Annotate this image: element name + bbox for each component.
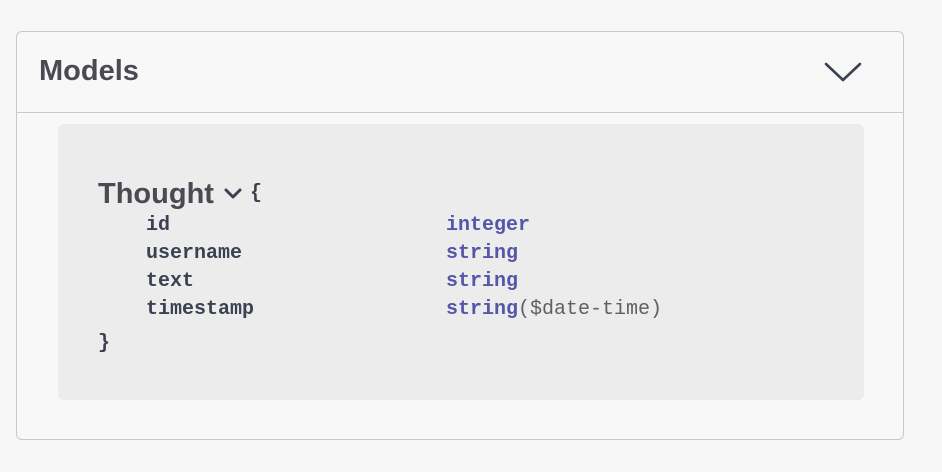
type-name: string xyxy=(446,270,519,293)
model-title-row[interactable]: Thought { xyxy=(98,176,262,212)
type-name: string xyxy=(446,242,519,265)
property-name: username xyxy=(146,242,243,265)
models-title: Models xyxy=(39,55,139,87)
property-row: text string xyxy=(146,268,826,296)
open-brace: { xyxy=(249,182,262,205)
models-header[interactable]: Models xyxy=(17,32,903,113)
models-section: Models Thought { id integer username str… xyxy=(16,31,904,440)
property-name: timestamp xyxy=(146,298,255,321)
model-container: Thought { id integer username string tex… xyxy=(58,124,864,400)
property-name: id xyxy=(146,214,171,237)
chevron-down-icon[interactable] xyxy=(222,186,244,202)
property-type: string xyxy=(446,240,518,268)
type-format: ($date-time) xyxy=(518,298,663,321)
property-list: id integer username string text string t… xyxy=(146,212,826,324)
property-type: string($date-time) xyxy=(446,296,662,324)
property-name: text xyxy=(146,270,195,293)
property-row: id integer xyxy=(146,212,826,240)
type-name: string xyxy=(446,298,519,321)
close-brace: } xyxy=(98,332,111,355)
property-type: string xyxy=(446,268,518,296)
property-row: username string xyxy=(146,240,826,268)
property-row: timestamp string($date-time) xyxy=(146,296,826,324)
property-type: integer xyxy=(446,212,530,240)
model-name[interactable]: Thought xyxy=(98,178,214,210)
chevron-down-icon[interactable] xyxy=(823,60,863,84)
type-name: integer xyxy=(446,214,531,237)
